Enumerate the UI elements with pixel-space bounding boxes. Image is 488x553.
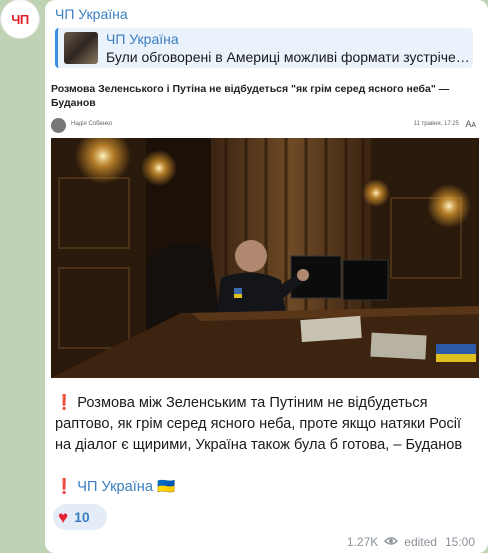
- message-time: 15:00: [444, 535, 475, 549]
- eye-icon: [384, 535, 399, 549]
- reply-preview[interactable]: ЧП Україна Були обговорені в Америці мож…: [55, 28, 473, 68]
- ukraine-flag-icon: 🇺🇦: [157, 479, 176, 495]
- reply-thumbnail: [64, 32, 98, 64]
- heart-icon: ♥: [58, 507, 69, 527]
- channel-avatar-text: ЧП: [11, 11, 29, 27]
- signature: ❗ ЧП Україна 🇺🇦: [55, 477, 175, 495]
- signature-exclamation-icon: ❗: [55, 479, 74, 495]
- message-body: Розмова між Зеленським та Путіним не від…: [55, 395, 463, 453]
- reaction-count: 10: [74, 509, 90, 525]
- message-meta: 1.27K edited 15:00: [347, 535, 475, 549]
- reply-title: ЧП Україна: [106, 31, 179, 47]
- sender-name[interactable]: ЧП Україна: [55, 6, 128, 22]
- photo-illustration: [51, 138, 479, 378]
- message-text: ❗ Розмова між Зеленським та Путіним не в…: [55, 393, 475, 456]
- author-name: Надія Собенко: [71, 121, 113, 127]
- signature-link[interactable]: ЧП Україна: [77, 479, 153, 495]
- edited-label: edited: [404, 535, 437, 549]
- font-size-icon[interactable]: Aᴀ: [466, 119, 476, 129]
- message-bubble: ЧП Україна ЧП Україна Були обговорені в …: [45, 0, 488, 553]
- view-count: 1.27K: [346, 535, 379, 549]
- article-preview[interactable]: Розмова Зеленського і Путіна не відбудет…: [51, 82, 479, 378]
- article-date: 11 травня, 17:25: [413, 121, 459, 127]
- article-title: Розмова Зеленського і Путіна не відбудет…: [51, 83, 450, 109]
- reaction-button[interactable]: ♥ 10: [53, 504, 107, 530]
- article-author-row: Надія Собенко 11 травня, 17:25 Aᴀ: [51, 116, 479, 136]
- reply-text: Були обговорені в Америці можливі формат…: [106, 49, 470, 65]
- author-avatar: [51, 118, 66, 133]
- article-photo[interactable]: [51, 138, 479, 378]
- channel-avatar[interactable]: ЧП: [1, 0, 39, 38]
- exclamation-icon: ❗: [55, 395, 74, 411]
